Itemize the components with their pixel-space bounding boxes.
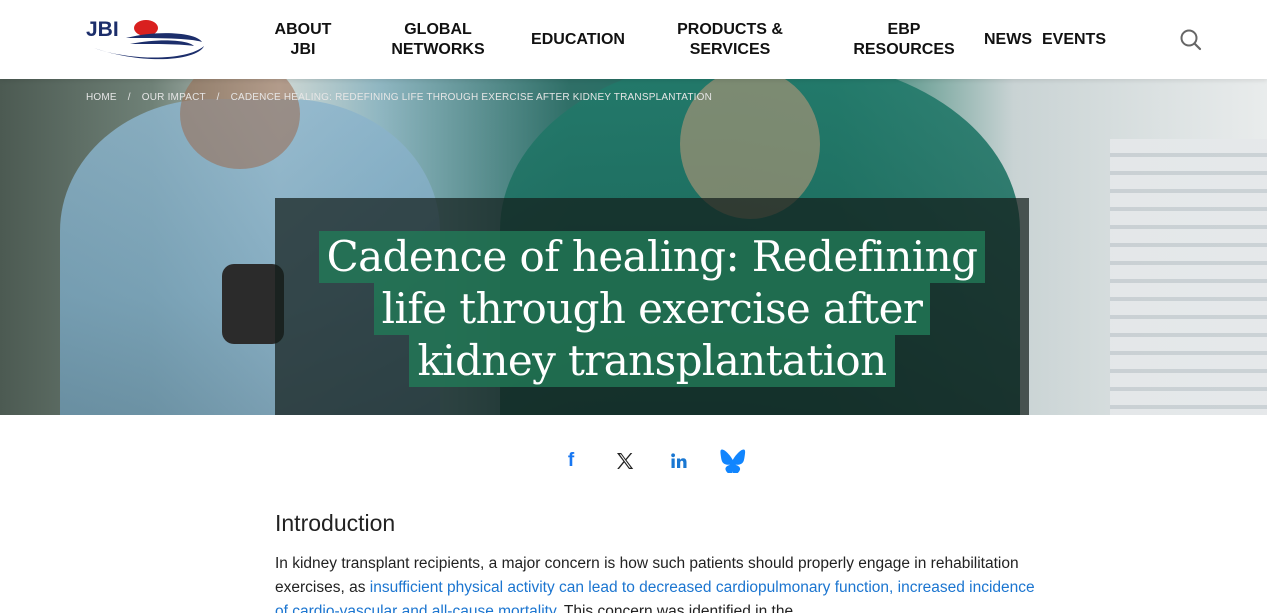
- breadcrumb-home[interactable]: HOME: [86, 92, 117, 103]
- nav-label: NETWORKS: [391, 41, 485, 58]
- nav-label: ABOUT: [274, 21, 332, 38]
- paragraph-text: . This concern was identified in the: [555, 603, 794, 613]
- logo-text: JBI: [86, 18, 119, 41]
- nav-global-networks[interactable]: GLOBAL NETWORKS: [388, 20, 488, 60]
- nav-label: EBP: [887, 21, 921, 38]
- jbi-logo-icon: JBI: [86, 18, 204, 60]
- nav-label: EVENTS: [1041, 31, 1106, 48]
- breadcrumb-separator: /: [127, 92, 131, 103]
- share-x-button[interactable]: [612, 447, 638, 475]
- nav-about-jbi[interactable]: ABOUT JBI: [272, 20, 334, 60]
- nav-label: NEWS: [984, 31, 1032, 48]
- search-button[interactable]: [1178, 27, 1204, 53]
- linkedin-icon: [671, 453, 687, 468]
- article-paragraph: In kidney transplant recipients, a major…: [275, 552, 1035, 613]
- page-title: Cadence of healing: Redefining life thro…: [275, 231, 1029, 387]
- nav-label: RESOURCES: [853, 41, 955, 58]
- nav-products-services[interactable]: PRODUCTS & SERVICES: [672, 20, 788, 60]
- page-title-line: life through exercise after: [373, 283, 931, 335]
- title-panel: Cadence of healing: Redefining life thro…: [275, 198, 1029, 415]
- breadcrumb: HOME / OUR IMPACT / CADENCE HEALING: RED…: [86, 92, 712, 103]
- share-facebook-button[interactable]: f: [560, 447, 582, 475]
- breadcrumb-section[interactable]: OUR IMPACT: [142, 92, 206, 103]
- nav-label: JBI: [290, 41, 316, 58]
- nav-news[interactable]: NEWS: [982, 30, 1034, 50]
- article-content: Introduction In kidney transplant recipi…: [275, 510, 1035, 613]
- x-icon: [617, 453, 634, 469]
- nav-events[interactable]: EVENTS: [1040, 30, 1108, 50]
- hero-photo-background: [1110, 139, 1267, 415]
- share-linkedin-button[interactable]: [666, 447, 692, 475]
- hero-banner: HOME / OUR IMPACT / CADENCE HEALING: RED…: [0, 79, 1267, 415]
- share-bluesky-button[interactable]: [718, 447, 748, 475]
- bluesky-icon: [720, 449, 746, 473]
- nav-label: PRODUCTS &: [677, 21, 783, 38]
- nav-label: EDUCATION: [531, 31, 625, 48]
- section-heading-introduction: Introduction: [275, 510, 396, 536]
- facebook-icon: f: [567, 450, 575, 471]
- breadcrumb-current: CADENCE HEALING: REDEFINING LIFE THROUGH…: [230, 92, 713, 103]
- page-title-line: kidney transplantation: [409, 335, 895, 387]
- jbi-logo[interactable]: JBI: [86, 16, 208, 64]
- nav-education[interactable]: EDUCATION: [528, 30, 628, 50]
- nav-ebp-resources[interactable]: EBP RESOURCES: [848, 20, 960, 60]
- search-icon: [1180, 29, 1202, 51]
- nav-label: GLOBAL: [404, 21, 472, 38]
- site-header: JBI ABOUT JBI GLOBAL NETWORKS EDUCATION …: [0, 0, 1267, 79]
- breadcrumb-separator: /: [216, 92, 220, 103]
- page-title-line: Cadence of healing: Redefining: [318, 231, 986, 283]
- nav-label: SERVICES: [689, 41, 771, 58]
